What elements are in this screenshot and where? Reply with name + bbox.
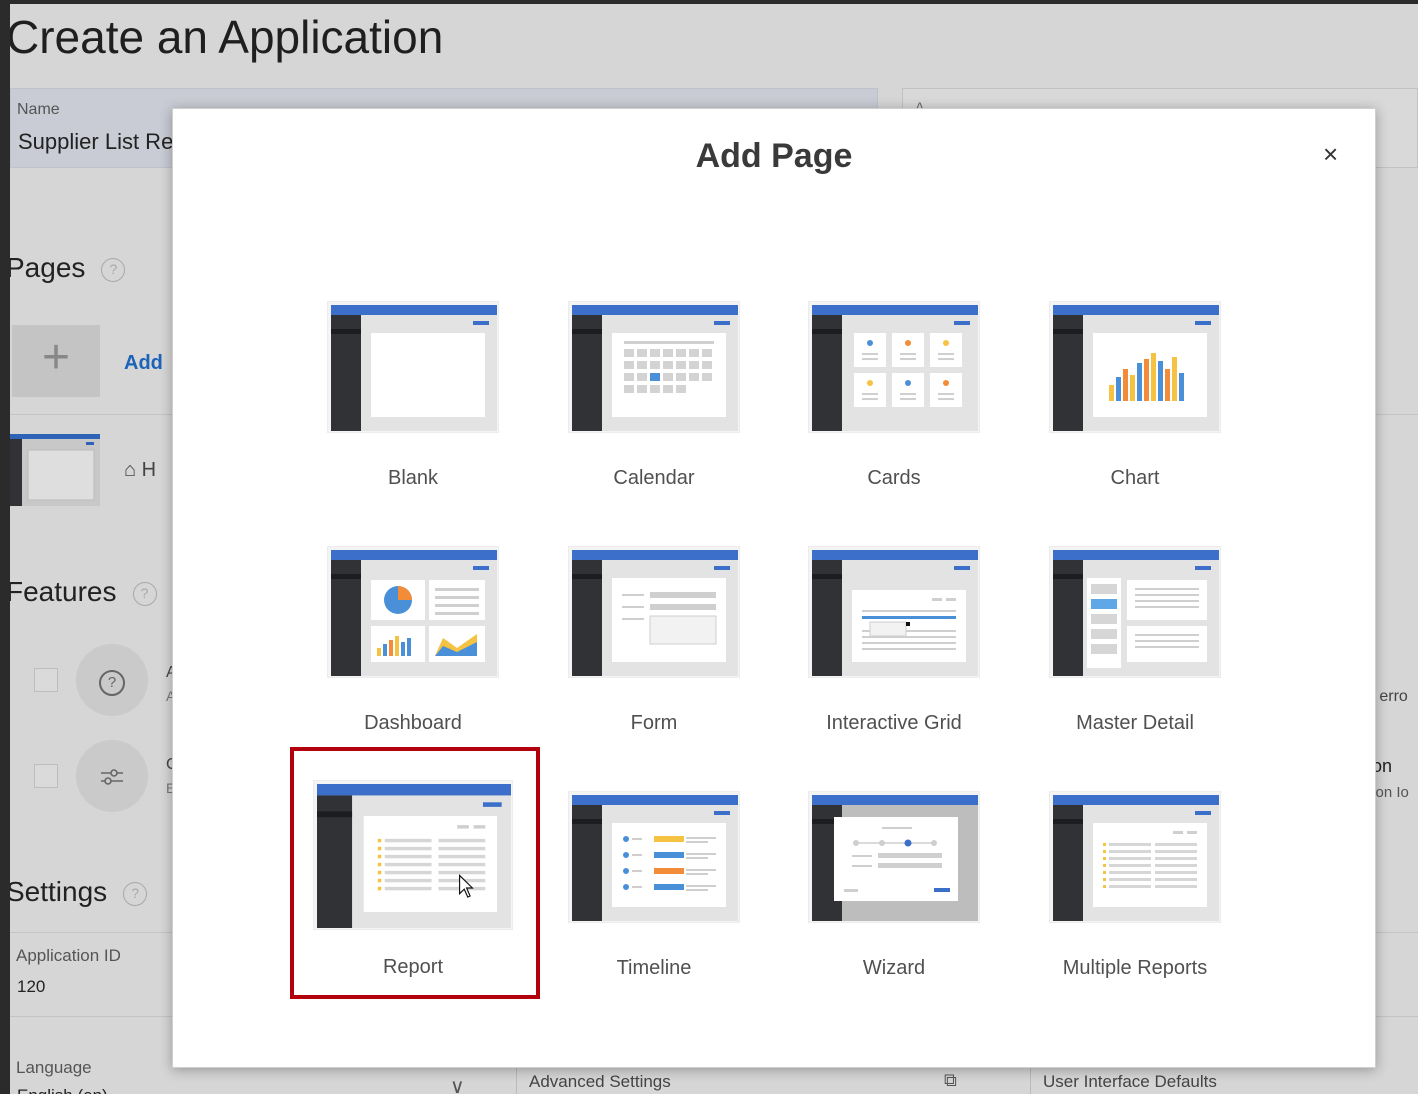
chevron-down-icon[interactable]: ∨ — [450, 1074, 465, 1094]
page-type-blank[interactable]: Blank — [313, 301, 513, 521]
user-interface-defaults-label[interactable]: User Interface Defaults — [1043, 1072, 1217, 1092]
features-heading: Features? — [10, 576, 157, 608]
tile-label: Calendar — [613, 467, 695, 489]
application-id-label: Application ID — [16, 946, 121, 965]
home-page-row[interactable]: ⌂ H — [124, 459, 156, 482]
page-type-wizard[interactable]: Wizard — [794, 791, 994, 1011]
page-type-timeline[interactable]: Timeline — [554, 791, 754, 1011]
advanced-settings-label[interactable]: Advanced Settings — [529, 1072, 671, 1092]
page-type-form[interactable]: Form — [554, 546, 754, 766]
page-type-dashboard[interactable]: Dashboard — [313, 546, 513, 766]
tile-label: Dashboard — [364, 712, 462, 734]
page-type-multiple-reports[interactable]: Multiple Reports — [1035, 791, 1235, 1011]
tile-label: Report — [382, 956, 444, 978]
tile-label: Chart — [1110, 467, 1160, 489]
open-dialog-icon[interactable]: ⧉ — [944, 1070, 957, 1091]
home-page-label: H — [141, 459, 157, 481]
language-label: Language — [16, 1058, 92, 1077]
tile-label: Form — [630, 712, 678, 734]
cards-page-icon — [808, 301, 980, 433]
report-page-icon — [313, 780, 513, 930]
sliders-icon — [76, 740, 148, 812]
multiple-reports-page-icon — [1049, 791, 1221, 923]
home-page-thumbnail[interactable] — [10, 434, 100, 506]
add-page-link[interactable]: Add — [124, 352, 163, 375]
tile-label: Wizard — [862, 957, 926, 979]
timeline-page-icon — [568, 791, 740, 923]
help-icon[interactable]: ? — [123, 881, 148, 906]
chart-page-icon — [1049, 301, 1221, 433]
wizard-page-icon — [808, 791, 980, 923]
settings-heading-text: Settings — [10, 876, 108, 907]
add-page-plus-button[interactable]: + — [12, 325, 100, 397]
page-type-calendar[interactable]: Calendar — [554, 301, 754, 521]
tile-label: Interactive Grid — [826, 712, 962, 734]
pages-heading: Pages? — [10, 252, 126, 284]
pages-heading-text: Pages — [10, 252, 86, 283]
dashboard-page-icon — [327, 546, 499, 678]
about-feature-icon: ? — [76, 644, 148, 716]
form-page-icon — [568, 546, 740, 678]
help-icon[interactable]: ? — [132, 581, 157, 606]
language-value[interactable]: English (en) — [17, 1086, 108, 1094]
home-icon: ⌂ — [124, 459, 137, 481]
interactive-grid-page-icon — [808, 546, 980, 678]
page-type-interactive-grid[interactable]: Interactive Grid — [794, 546, 994, 766]
tile-label: Multiple Reports — [1062, 957, 1208, 979]
question-icon: ? — [99, 670, 125, 696]
name-field-value[interactable]: Supplier List Re — [18, 129, 173, 155]
help-icon[interactable]: ? — [101, 257, 126, 282]
tile-label: Timeline — [616, 957, 692, 979]
blank-page-icon — [327, 301, 499, 433]
features-heading-text: Features — [10, 576, 117, 607]
page-type-chart[interactable]: Chart — [1035, 301, 1235, 521]
page-type-master-detail[interactable]: Master Detail — [1035, 546, 1235, 766]
add-page-dialog: Add Page × Blank Calendar Cards Chart Da… — [172, 108, 1376, 1068]
tile-label: Cards — [867, 467, 921, 489]
application-id-value[interactable]: 120 — [17, 977, 45, 997]
page-type-cards[interactable]: Cards — [794, 301, 994, 521]
dialog-title: Add Page — [695, 137, 853, 175]
page-type-report[interactable]: Report — [299, 780, 527, 1000]
page-title: Create an Application — [10, 11, 444, 63]
close-icon[interactable]: × — [1323, 139, 1338, 170]
settings-heading: Settings? — [10, 876, 148, 908]
feature-checkbox[interactable] — [34, 668, 58, 692]
feature-checkbox[interactable] — [34, 764, 58, 788]
name-field-label: Name — [17, 101, 60, 118]
master-detail-page-icon — [1049, 546, 1221, 678]
tile-label: Master Detail — [1076, 712, 1194, 734]
calendar-page-icon — [568, 301, 740, 433]
tile-label: Blank — [387, 467, 439, 489]
